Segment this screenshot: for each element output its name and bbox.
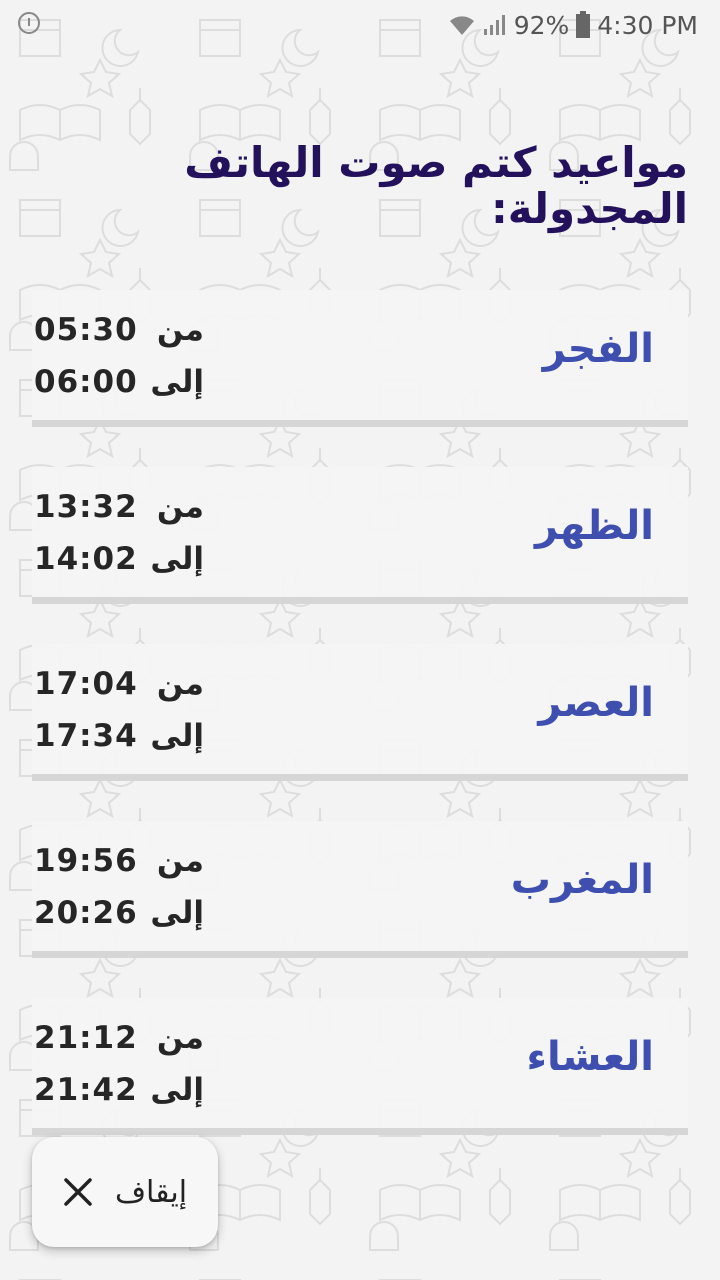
to-label: إلى [150,1072,204,1108]
to-label: إلى [150,541,204,577]
prayer-name: الظهر [535,503,654,549]
from-line: 05:30 من [34,304,204,356]
close-icon [64,1178,92,1206]
screen: 92% 4:30 PM مواعيد كتم صوت الهاتف المجدو… [0,0,720,1280]
from-label: من [156,489,204,525]
schedule-row-maghrib: المغرب 19:56 من 20:26 إلى [32,821,688,958]
status-clock: 4:30 PM [597,10,698,40]
from-label: من [156,843,204,879]
to-line: 21:42 إلى [34,1064,204,1116]
time-range: 13:32 من 14:02 إلى [34,481,204,585]
from-time: 13:32 [34,489,138,525]
to-line: 06:00 إلى [34,356,204,408]
notification-icon [18,12,40,34]
to-time: 14:02 [34,541,138,577]
from-time: 17:04 [34,666,138,702]
from-line: 13:32 من [34,481,204,533]
prayer-name: الفجر [542,326,654,372]
schedule-row-isha: العشاء 21:12 من 21:42 إلى [32,998,688,1135]
schedule-row-dhuhr: الظهر 13:32 من 14:02 إلى [32,467,688,604]
schedule-row-fajr: الفجر 05:30 من 06:00 إلى [32,290,688,427]
to-label: إلى [150,718,204,754]
signal-icon [483,15,505,35]
schedule-row-asr: العصر 17:04 من 17:34 إلى [32,644,688,781]
time-range: 19:56 من 20:26 إلى [34,835,204,939]
from-label: من [156,1020,204,1056]
from-time: 21:12 [34,1020,138,1056]
from-label: من [156,666,204,702]
prayer-name: العصر [538,680,654,726]
from-time: 19:56 [34,843,138,879]
from-label: من [156,312,204,348]
page-title: مواعيد كتم صوت الهاتف المجدولة: [184,138,688,233]
time-range: 21:12 من 21:42 إلى [34,1012,204,1116]
wifi-icon [449,16,474,35]
stop-button-label: إيقاف [114,1174,188,1210]
schedule-list: الفجر 05:30 من 06:00 إلى الظهر 13:32 من [32,290,688,1175]
battery-icon [576,11,591,38]
status-icons: 92% 4:30 PM [448,8,698,42]
from-line: 21:12 من [34,1012,204,1064]
to-line: 17:34 إلى [34,710,204,762]
from-time: 05:30 [34,312,138,348]
time-range: 05:30 من 06:00 إلى [34,304,204,408]
to-time: 20:26 [34,895,138,931]
from-line: 19:56 من [34,835,204,887]
to-time: 21:42 [34,1072,138,1108]
prayer-name: العشاء [526,1034,654,1080]
prayer-name: المغرب [510,857,654,903]
to-line: 20:26 إلى [34,887,204,939]
time-range: 17:04 من 17:34 إلى [34,658,204,762]
to-label: إلى [150,895,204,931]
from-line: 17:04 من [34,658,204,710]
to-label: إلى [150,364,204,400]
battery-percent: 92% [513,10,570,40]
status-bar: 92% 4:30 PM [0,0,720,50]
stop-button[interactable]: إيقاف [32,1137,218,1247]
to-time: 17:34 [34,718,138,754]
to-time: 06:00 [34,364,138,400]
to-line: 14:02 إلى [34,533,204,585]
